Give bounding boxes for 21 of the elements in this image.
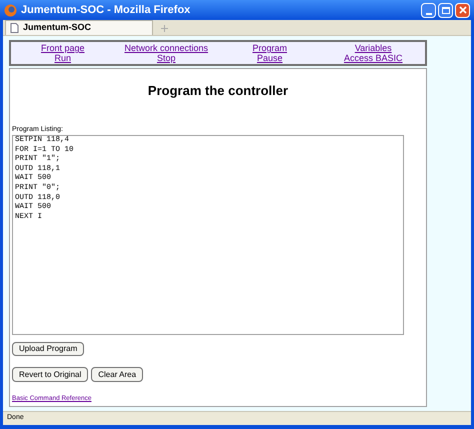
nav-link[interactable]: Pause bbox=[218, 53, 322, 63]
nav-link[interactable]: Front page bbox=[11, 43, 114, 53]
close-icon bbox=[458, 6, 466, 14]
maximize-button[interactable] bbox=[438, 2, 453, 18]
window-title: Jumentum-SOC - Mozilla Firefox bbox=[21, 2, 190, 18]
nav-link[interactable]: Program bbox=[218, 43, 322, 53]
nav-link[interactable]: Access BASIC bbox=[322, 53, 425, 63]
page-icon bbox=[10, 23, 19, 33]
plus-icon bbox=[160, 25, 168, 32]
form-button[interactable]: Clear Area bbox=[91, 367, 144, 382]
nav-link[interactable]: Network connections bbox=[114, 43, 218, 53]
nav-link[interactable]: Variables bbox=[322, 43, 425, 53]
close-button[interactable] bbox=[455, 2, 470, 18]
nav-link[interactable]: Run bbox=[11, 53, 114, 63]
browser-tab[interactable]: Jumentum-SOC bbox=[5, 20, 153, 35]
form-button[interactable]: Revert to Original bbox=[12, 367, 88, 382]
minimize-button[interactable] bbox=[421, 2, 436, 18]
page-heading: Program the controller bbox=[146, 82, 290, 100]
nav-link[interactable]: Stop bbox=[114, 53, 218, 63]
upload-button[interactable]: Upload Program bbox=[12, 342, 84, 356]
browser-logo-icon bbox=[4, 4, 17, 16]
